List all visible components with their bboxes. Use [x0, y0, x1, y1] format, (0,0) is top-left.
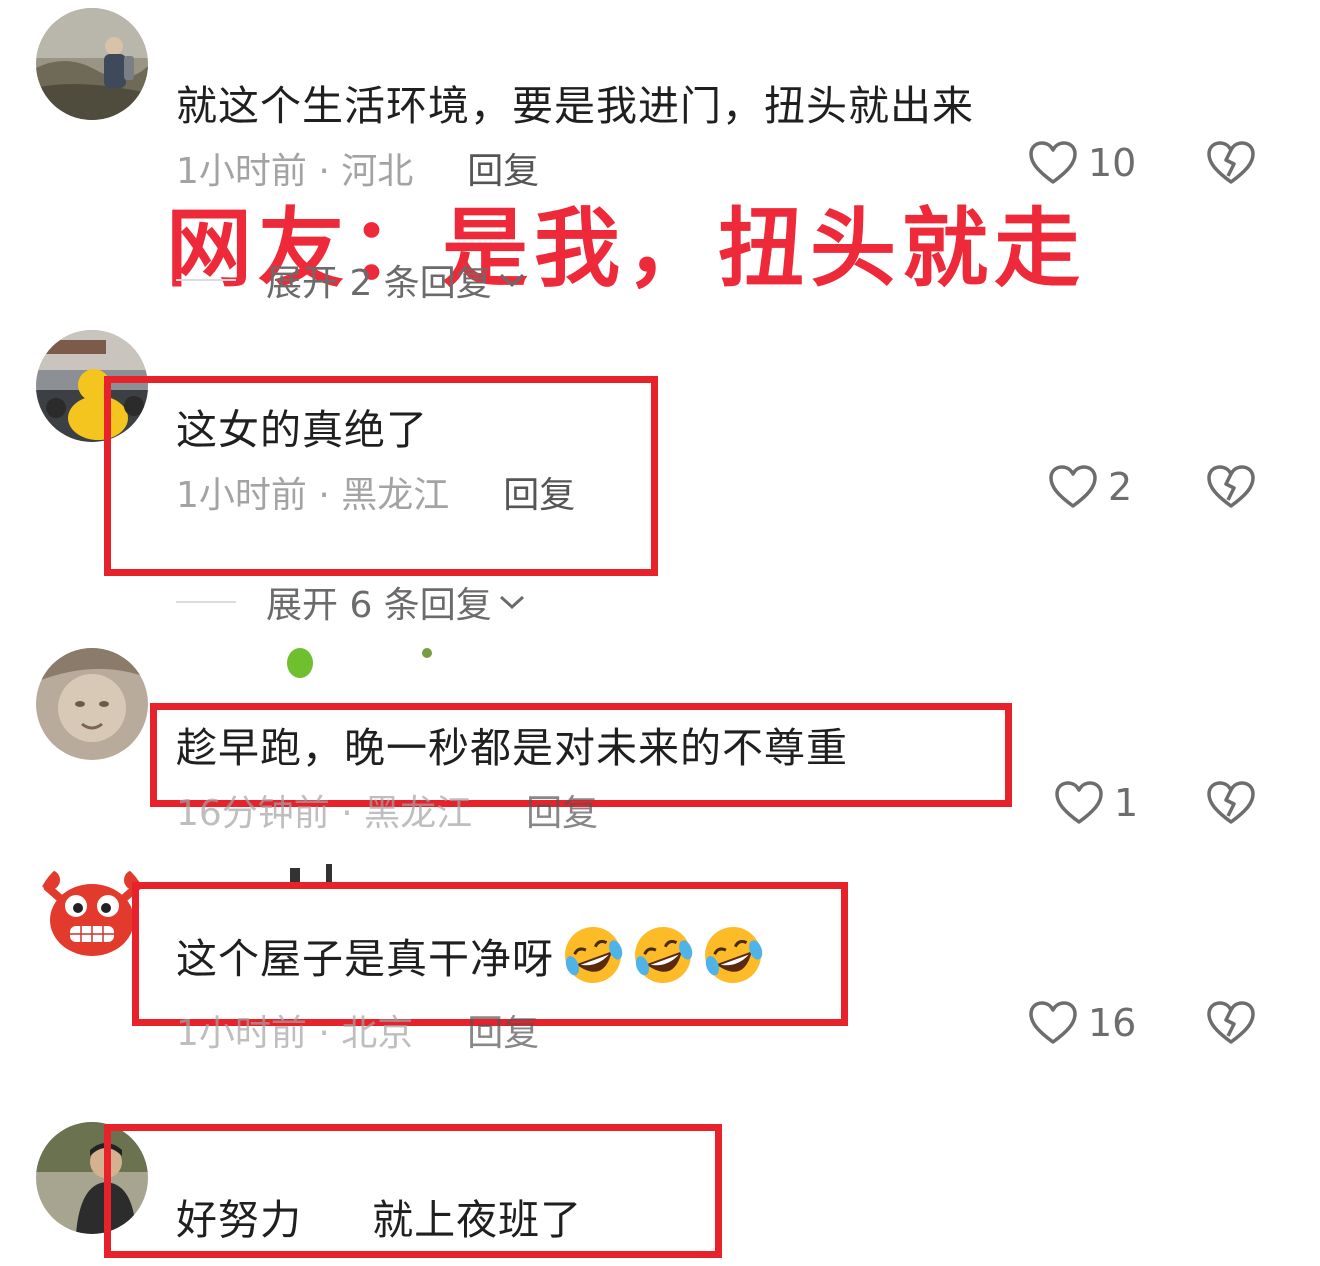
broken-heart-icon [1207, 781, 1255, 824]
expand-replies-label: 展开 6 条回复 [266, 585, 492, 626]
chevron-down-icon [499, 595, 524, 610]
comment-meta: 1小时前 · 北京 回复 [176, 1013, 540, 1054]
comment-text-row: 这个屋子是真干净呀 [176, 924, 764, 986]
avatar[interactable] [36, 8, 148, 120]
reply-button[interactable]: 回复 [467, 1013, 539, 1054]
expand-replies-button[interactable]: 展开 2 条回复 [176, 254, 526, 306]
dislike-button[interactable] [1206, 464, 1256, 510]
comment-text: 这女的真绝了 [176, 406, 428, 454]
chevron-down-icon [499, 273, 524, 288]
comment-time: 16分钟前 [176, 793, 330, 834]
rolling-laughing-emoji [565, 927, 623, 983]
broken-heart-icon [1207, 465, 1255, 508]
avatar-photo-hiker-icon [36, 8, 148, 120]
comment-time: 1小时前 [176, 475, 307, 516]
broken-heart-icon [1207, 1001, 1255, 1044]
comment-meta: 1小时前 · 黑龙江 回复 [176, 475, 576, 516]
comment-text: 趁早跑，晚一秒都是对未来的不尊重 [176, 724, 848, 772]
rolling-laughing-emoji [635, 927, 693, 983]
comment-text: 就这个生活环境，要是我进门，扭头就出来 [176, 82, 974, 130]
divider [176, 279, 236, 281]
comment-location: 黑龙江 [364, 793, 473, 834]
expand-replies-button[interactable]: 展开 6 条回复 [176, 576, 526, 628]
dislike-button[interactable] [1206, 780, 1256, 826]
avatar-photo-baby-icon [36, 648, 148, 760]
expand-replies-label: 展开 2 条回复 [266, 263, 492, 304]
heart-outline-icon [1049, 465, 1097, 508]
like-count: 2 [1108, 465, 1133, 509]
comment-location: 黑龙江 [341, 475, 450, 516]
comment-text: 好努力 就上夜班了 [176, 1196, 583, 1244]
broken-heart-icon [1207, 141, 1255, 184]
like-count: 1 [1114, 781, 1139, 825]
like-count: 16 [1088, 1001, 1137, 1045]
comment-time: 1小时前 [176, 1013, 307, 1054]
like-button[interactable]: 1 [1054, 780, 1138, 826]
heart-outline-icon [1055, 781, 1103, 824]
dislike-button[interactable] [1206, 1000, 1256, 1046]
like-button[interactable]: 2 [1048, 464, 1132, 510]
rolling-laughing-emoji [705, 927, 763, 983]
heart-outline-icon [1029, 1001, 1077, 1044]
avatar[interactable] [36, 648, 148, 760]
reply-button[interactable]: 回复 [526, 793, 598, 834]
reply-button[interactable]: 回复 [503, 475, 575, 516]
like-count: 10 [1088, 141, 1137, 185]
dislike-button[interactable] [1206, 140, 1256, 186]
green-dot-icon [422, 648, 432, 658]
divider [176, 601, 236, 603]
comment-text: 这个屋子是真干净呀 [176, 935, 554, 983]
comment-location: 北京 [341, 1013, 414, 1054]
comment-meta: 16分钟前 · 黑龙江 回复 [176, 793, 599, 834]
like-button[interactable]: 16 [1028, 1000, 1136, 1046]
green-dot-icon [287, 648, 313, 678]
